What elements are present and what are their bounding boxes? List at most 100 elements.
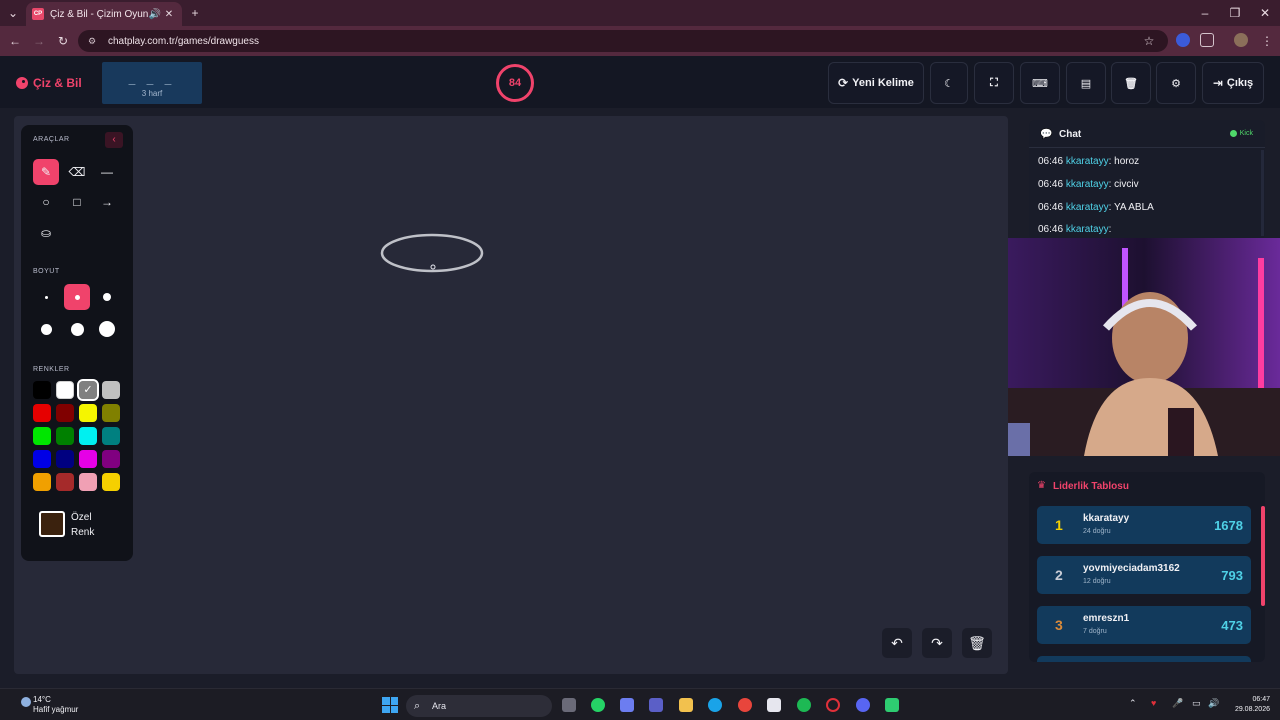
new-word-button[interactable]: ⟳ Yeni Kelime xyxy=(828,62,924,104)
drawing-canvas[interactable] xyxy=(14,116,1008,674)
archive-button[interactable]: ▤ xyxy=(1066,62,1106,104)
copilot-icon[interactable] xyxy=(620,698,634,712)
color-swatch[interactable] xyxy=(102,404,120,422)
palette-icon xyxy=(16,77,28,89)
redo-button[interactable]: ↷ xyxy=(922,628,952,658)
back-icon[interactable]: ← xyxy=(4,30,26,52)
line-icon: — xyxy=(101,165,113,179)
circle-tool[interactable]: ○ xyxy=(33,189,59,215)
color-swatch[interactable] xyxy=(33,381,51,399)
eraser-tool[interactable]: ⌫ xyxy=(64,159,90,185)
system-clock[interactable]: 06:47 29.08.2026 xyxy=(1230,695,1270,715)
chrome-icon[interactable] xyxy=(738,698,752,712)
neon-light-right xyxy=(1258,258,1264,398)
color-swatch[interactable] xyxy=(33,450,51,468)
color-swatch[interactable] xyxy=(33,473,51,491)
color-swatch[interactable] xyxy=(56,404,74,422)
custom-color-swatch[interactable] xyxy=(39,511,65,537)
file-explorer-icon[interactable] xyxy=(679,698,693,712)
size-m[interactable] xyxy=(94,284,120,310)
extensions-puzzle-icon[interactable] xyxy=(1200,33,1214,47)
close-window-icon[interactable]: ✕ xyxy=(1254,2,1276,24)
chat-scrollbar[interactable] xyxy=(1261,150,1264,236)
arrow-tool[interactable]: → xyxy=(94,189,120,215)
collapse-panel-button[interactable]: ‹ xyxy=(105,132,123,148)
custom-color-label-line1: Özel xyxy=(71,512,92,523)
volume-icon[interactable]: 🔊 xyxy=(1208,698,1219,709)
color-swatch[interactable] xyxy=(56,450,74,468)
size-xs[interactable] xyxy=(33,284,59,310)
round-timer: 84 xyxy=(496,64,534,102)
color-swatch[interactable] xyxy=(56,427,74,445)
extension-icon[interactable] xyxy=(1176,33,1190,47)
bookmark-star-icon[interactable]: ☆ xyxy=(1138,30,1160,52)
task-view-icon[interactable] xyxy=(562,698,576,712)
spotify-icon[interactable] xyxy=(797,698,811,712)
speaker-icon[interactable]: 🔊 xyxy=(148,9,162,20)
size-xxl[interactable] xyxy=(94,316,120,342)
discord-icon[interactable] xyxy=(856,698,870,712)
game-header: Çiz & Bil _ _ _ 3 harf 84 ⟳ Yeni Kelime … xyxy=(0,56,1280,108)
site-info-icon[interactable]: ⚙ xyxy=(88,36,100,46)
teams-icon[interactable] xyxy=(649,698,663,712)
weather-widget[interactable]: 14°C Hafif yağmur xyxy=(21,695,78,715)
edge-icon[interactable] xyxy=(708,698,722,712)
taskbar-search[interactable]: ⌕ Ara xyxy=(406,695,552,717)
antivirus-icon[interactable]: ♥ xyxy=(1151,698,1156,708)
color-swatch[interactable] xyxy=(79,404,97,422)
delete-button[interactable]: 🗑 xyxy=(1111,62,1151,104)
color-swatch[interactable] xyxy=(79,450,97,468)
color-swatch[interactable] xyxy=(79,473,97,491)
color-swatch[interactable]: ✓ xyxy=(77,379,99,401)
correct-count: 12 doğru xyxy=(1083,578,1111,585)
size-s[interactable] xyxy=(64,284,90,310)
browser-tab-bar: ⌄ CP Çiz & Bil - Çizim Oyunu 🔊 ✕ + – ❐ ✕ xyxy=(0,0,1280,26)
opera-icon[interactable] xyxy=(826,698,840,712)
color-swatch[interactable] xyxy=(102,473,120,491)
start-button[interactable] xyxy=(382,697,398,713)
custom-color-label[interactable]: Özel Renk xyxy=(71,510,127,540)
brush-tool[interactable]: ✎ xyxy=(33,159,59,185)
minimize-icon[interactable]: – xyxy=(1194,2,1216,24)
clear-canvas-button[interactable]: 🗑 xyxy=(962,628,992,658)
size-xl[interactable] xyxy=(64,316,90,342)
fullscreen-button[interactable]: ⛶ xyxy=(974,62,1014,104)
color-swatch[interactable] xyxy=(102,450,120,468)
line-tool[interactable]: — xyxy=(94,159,120,185)
whatsapp-icon[interactable] xyxy=(591,698,605,712)
color-swatch[interactable] xyxy=(56,473,74,491)
color-swatch[interactable] xyxy=(56,381,74,399)
brand-logo[interactable]: Çiz & Bil xyxy=(16,76,82,90)
color-swatch[interactable] xyxy=(33,427,51,445)
microphone-icon[interactable]: 🎤 xyxy=(1172,698,1183,709)
color-swatch[interactable] xyxy=(79,427,97,445)
leaderboard-scrollbar[interactable] xyxy=(1261,506,1265,606)
network-icon[interactable]: ▭ xyxy=(1192,698,1201,709)
rectangle-tool[interactable]: □ xyxy=(64,189,90,215)
fill-tool[interactable]: ⛀ xyxy=(33,220,59,246)
start-tile xyxy=(382,705,390,713)
profile-avatar[interactable] xyxy=(1234,33,1248,47)
forward-icon[interactable]: → xyxy=(28,30,50,52)
undo-button[interactable]: ↶ xyxy=(882,628,912,658)
color-swatch[interactable] xyxy=(102,381,120,399)
exit-button[interactable]: ⇥ Çıkış xyxy=(1202,62,1264,104)
new-tab-icon[interactable]: + xyxy=(184,2,206,24)
close-tab-icon[interactable]: ✕ xyxy=(162,9,176,20)
url-input[interactable]: ⚙ chatplay.com.tr/games/drawguess xyxy=(78,30,1168,52)
menu-dots-icon[interactable]: ⋮ xyxy=(1256,30,1278,52)
maximize-icon[interactable]: ❐ xyxy=(1224,2,1246,24)
reload-icon[interactable]: ↻ xyxy=(52,30,74,52)
app-icon[interactable] xyxy=(885,698,899,712)
dark-mode-button[interactable]: ☾ xyxy=(930,62,968,104)
tab-search-icon[interactable]: ⌄ xyxy=(2,2,24,24)
browser-tab[interactable]: CP Çiz & Bil - Çizim Oyunu 🔊 ✕ xyxy=(26,2,182,26)
color-swatch[interactable] xyxy=(33,404,51,422)
color-swatch[interactable] xyxy=(102,427,120,445)
size-l[interactable] xyxy=(33,316,59,342)
tray-chevron-icon[interactable]: ⌃ xyxy=(1129,698,1137,709)
store-icon[interactable] xyxy=(767,698,781,712)
settings-button[interactable]: ⚙ xyxy=(1156,62,1196,104)
keyboard-button[interactable]: ⌨ xyxy=(1020,62,1060,104)
chat-title: Chat xyxy=(1059,129,1082,140)
